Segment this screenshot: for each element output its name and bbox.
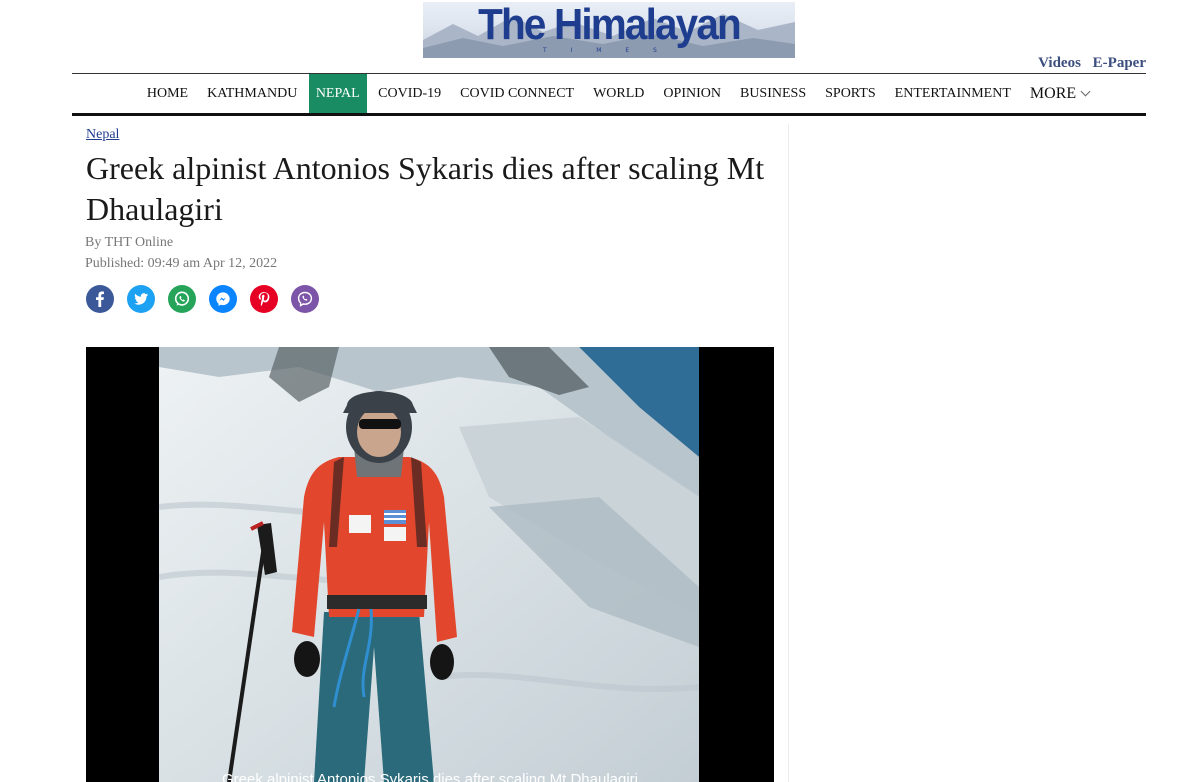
nav-item-kathmandu[interactable]: KATHMANDU <box>198 74 307 113</box>
nav-item-opinion[interactable]: OPINION <box>654 74 731 113</box>
nav-label: HOME <box>146 85 189 101</box>
nav-label: BUSINESS <box>739 85 807 101</box>
nav-item-nepal[interactable]: NEPAL <box>308 74 367 113</box>
climber-photo <box>159 347 699 782</box>
pinterest-icon[interactable] <box>250 285 278 313</box>
article-image[interactable]: Greek alpinist Antonios Sykaris dies aft… <box>86 347 774 782</box>
nav-label: KATHMANDU <box>207 85 298 101</box>
image-caption: Greek alpinist Antonios Sykaris dies aft… <box>221 771 639 782</box>
article-byline: By THT Online <box>85 235 174 250</box>
nav-label: COVID-19 <box>378 85 442 101</box>
viber-icon[interactable] <box>291 285 319 313</box>
epaper-link[interactable]: E-Paper <box>1093 55 1146 71</box>
nav-item-entertainment[interactable]: ENTERTAINMENT <box>885 74 1020 113</box>
share-bar <box>86 285 319 313</box>
nav-label: ENTERTAINMENT <box>894 85 1011 101</box>
nav-item-more[interactable]: MORE <box>1020 74 1098 113</box>
nav-label: SPORTS <box>825 85 876 101</box>
nav-bottom-rule <box>72 113 1146 116</box>
nav-item-covid-connect[interactable]: COVID CONNECT <box>451 74 584 113</box>
top-links: Videos E-Paper <box>1030 55 1146 72</box>
nav-label: MORE <box>1029 84 1077 102</box>
column-divider <box>788 124 789 782</box>
site-logo[interactable]: The Himalayan T I M E S <box>423 2 795 58</box>
article-headline: Greek alpinist Antonios Sykaris dies aft… <box>86 150 765 227</box>
nav-item-covid19[interactable]: COVID-19 <box>369 74 451 113</box>
videos-link[interactable]: Videos <box>1038 55 1081 71</box>
facebook-icon[interactable] <box>86 285 114 313</box>
nav-label: NEPAL <box>315 85 360 101</box>
main-nav: HOME KATHMANDU NEPAL COVID-19 COVID CONN… <box>72 74 1146 113</box>
nav-item-sports[interactable]: SPORTS <box>816 74 886 113</box>
nav-item-home[interactable]: HOME <box>137 74 197 113</box>
nav-item-world[interactable]: WORLD <box>584 74 654 113</box>
article-published-date: Published: 09:49 am Apr 12, 2022 <box>85 256 278 271</box>
category-link[interactable]: Nepal <box>86 127 119 143</box>
whatsapp-icon[interactable] <box>168 285 196 313</box>
twitter-icon[interactable] <box>127 285 155 313</box>
messenger-icon[interactable] <box>209 285 237 313</box>
nav-label: OPINION <box>663 85 721 101</box>
nav-label: WORLD <box>593 85 645 101</box>
nav-item-business[interactable]: BUSINESS <box>730 74 815 113</box>
nav-label: COVID CONNECT <box>460 85 575 101</box>
logo-subtitle: T I M E S <box>543 47 668 54</box>
logo-wordmark: The Himalayan <box>478 2 742 49</box>
chevron-down-icon <box>1080 86 1091 97</box>
